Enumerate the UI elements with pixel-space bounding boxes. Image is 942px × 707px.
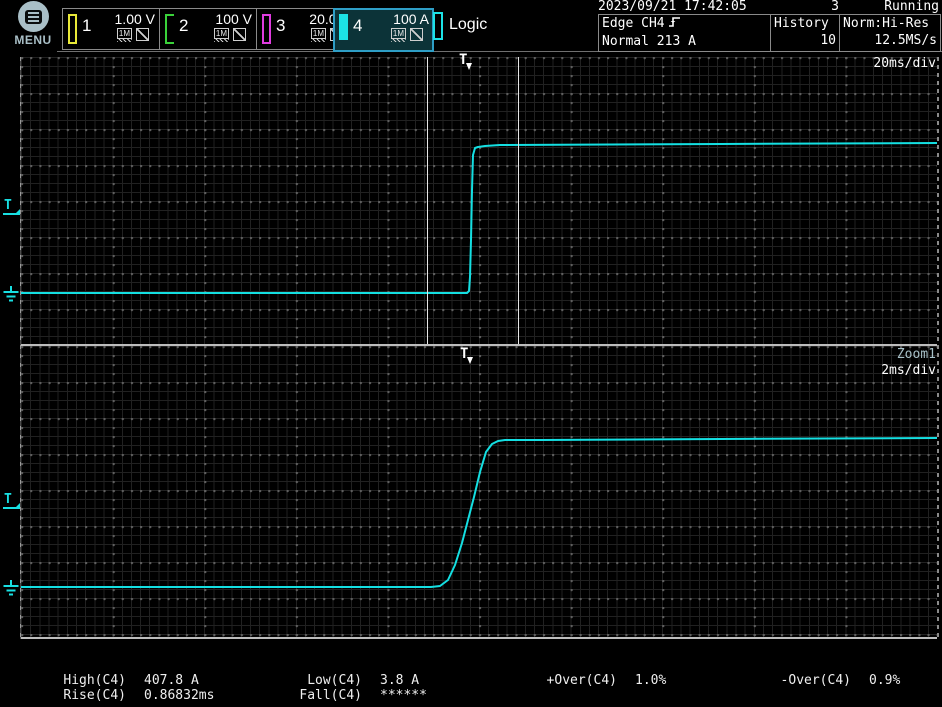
history-label: History <box>774 15 836 32</box>
main-trigger-position-marker[interactable]: T <box>459 53 473 71</box>
probe-icon <box>410 28 423 41</box>
rising-edge-icon <box>668 15 681 33</box>
probe-icon <box>136 28 149 41</box>
channel-3-number: 3 <box>276 16 285 36</box>
channel-group: 1 1.00 V 1M 2 100 V 1M 3 <box>62 8 354 50</box>
right-edge-ruler <box>937 57 939 639</box>
acq-mode: Norm:Hi-Res <box>843 15 937 32</box>
zoom-trigger-position-marker[interactable]: T <box>460 347 474 365</box>
acquisition-count: 3 <box>787 0 839 13</box>
channel-4-button-selected[interactable]: 4 100 A 1M <box>333 8 434 52</box>
zoom1-waveform-window <box>21 346 937 639</box>
main-ground-marker-icon[interactable] <box>2 286 20 303</box>
menu-button[interactable]: MENU <box>11 1 55 51</box>
channel-3-color-icon <box>262 14 271 44</box>
channel-2-scale: 100 V <box>215 11 252 27</box>
zoom-trigger-level-marker[interactable]: T <box>3 493 16 509</box>
main-waveform-window <box>21 57 937 346</box>
datetime: 2023/09/21 17:42:05 <box>598 0 787 13</box>
history-count: 10 <box>774 32 836 49</box>
menu-icon <box>18 1 49 32</box>
measurement-neg-overshoot: -Over(C4) 0.9% <box>769 673 900 688</box>
zoom-ground-marker-icon[interactable] <box>2 580 20 597</box>
channel-1-number: 1 <box>82 16 91 36</box>
probe-icon <box>233 28 246 41</box>
main-trigger-level-marker[interactable]: T <box>3 199 16 215</box>
menu-label: MENU <box>11 33 55 47</box>
main-timebase-label: 20ms/div <box>873 56 936 71</box>
impedance-icon: 1M <box>391 28 406 39</box>
zoom1-waveform-trace <box>21 346 937 637</box>
channel-2-number: 2 <box>179 16 188 36</box>
zoom-region-left-cursor[interactable] <box>427 57 428 344</box>
channel-1-color-icon <box>68 14 77 44</box>
oscilloscope-screen: MENU 1 1.00 V 1M 2 100 V 1M <box>0 0 942 707</box>
impedance-icon: 1M <box>311 28 326 39</box>
channel-4-scale: 100 A <box>393 11 429 27</box>
channel-4-number: 4 <box>353 16 362 36</box>
measurement-high: High(C4) 407.8 A <box>58 673 214 688</box>
logic-label: Logic <box>449 16 487 34</box>
sample-rate: 12.5MS/s <box>843 32 937 49</box>
trigger-panel: Edge CH4 Normal 213 A History 10 Norm:Hi… <box>598 14 941 52</box>
logic-button[interactable]: Logic <box>432 8 487 48</box>
channel-2-button[interactable]: 2 100 V 1M <box>159 9 256 49</box>
zoom1-timebase-label: 2ms/div <box>881 363 936 378</box>
trigger-mode: Normal 213 A <box>602 33 767 50</box>
run-state: Running <box>839 0 939 13</box>
channel-1-button[interactable]: 1 1.00 V 1M <box>63 9 159 49</box>
measurement-rise: Rise(C4) 0.86832ms <box>58 688 214 703</box>
trigger-source: Edge CH4 <box>602 16 665 31</box>
main-waveform-trace <box>21 57 937 344</box>
measurement-pos-overshoot: +Over(C4) 1.0% <box>535 673 666 688</box>
impedance-icon: 1M <box>117 28 132 39</box>
impedance-icon: 1M <box>214 28 229 39</box>
channel-4-color-icon <box>339 14 348 40</box>
zoom1-title: Zoom1 <box>897 347 936 362</box>
channel-1-scale: 1.00 V <box>115 11 155 27</box>
measurement-low: Low(C4) 3.8 A <box>294 673 427 688</box>
status-bar: 2023/09/21 17:42:05 3 Running <box>598 0 939 13</box>
zoom-region-right-cursor[interactable] <box>518 57 519 344</box>
trigger-settings-button[interactable]: Edge CH4 Normal 213 A <box>599 15 770 51</box>
acquisition-mode-button[interactable]: Norm:Hi-Res 12.5MS/s <box>839 15 940 51</box>
history-button[interactable]: History 10 <box>770 15 839 51</box>
measurement-fall: Fall(C4) ****** <box>294 688 427 703</box>
logic-color-icon <box>433 12 443 40</box>
channel-2-color-icon <box>165 14 174 44</box>
